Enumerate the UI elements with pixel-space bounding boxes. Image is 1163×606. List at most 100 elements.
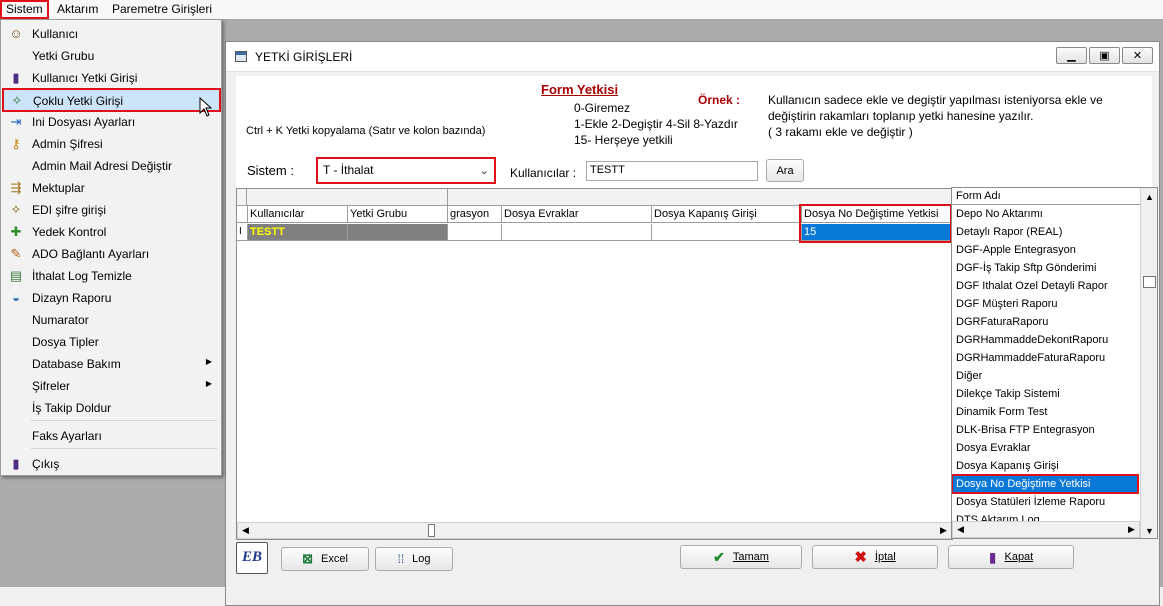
ara-button[interactable]: Ara (766, 159, 804, 182)
menu-parametre-girisleri[interactable]: Paremetre Girişleri (112, 1, 212, 18)
menu-item-8[interactable]: ⇶ Mektuplar (3, 177, 220, 199)
key-icon: ⚷ (11, 136, 21, 151)
menu-item-label: Faks Ayarları (32, 429, 102, 443)
column-grasyon[interactable]: grasyon (448, 206, 502, 223)
log-label: Log (412, 553, 431, 565)
form-list-vertical-scrollbar[interactable]: ▲ ▼ (1140, 188, 1157, 538)
excel-button[interactable]: ⊠ Excel (281, 547, 369, 571)
iptal-button[interactable]: ✖ İptal (812, 545, 938, 569)
form-list-item[interactable]: Dosya Statüleri İzleme Raporu (952, 493, 1140, 511)
legend-line-0: 0-Giremez (574, 101, 631, 115)
menu-item-2[interactable]: Yetki Grubu (3, 45, 220, 67)
form-list-item[interactable]: DGF Müşteri Raporu (952, 295, 1140, 313)
menu-item-label: ADO Bağlantı Ayarları (32, 247, 150, 261)
scroll-left-icon[interactable]: ◀ (238, 523, 253, 538)
scroll-right-icon[interactable]: ▶ (936, 523, 951, 538)
kullanicilar-input[interactable]: TESTT (586, 161, 758, 181)
tamam-button[interactable]: ✔ Tamam (680, 545, 802, 569)
minimize-button[interactable]: ▁ (1056, 47, 1087, 64)
form-list-scroll-thumb[interactable] (1143, 276, 1156, 288)
sistem-select[interactable]: T - İthalat ⌄ (316, 157, 496, 184)
form-list-item[interactable]: DGF Ithalat Ozel Detayli Rapor (952, 277, 1140, 295)
permissions-grid[interactable]: Kullanıcılar Yetki Grubu grasyon Dosya E… (236, 188, 953, 540)
grid-scroll-thumb[interactable] (428, 524, 435, 537)
form-list-item[interactable]: Dilekçe Takip Sistemi (952, 385, 1140, 403)
menu-item-17[interactable]: Şifreler ▶ (3, 375, 220, 397)
form-list-item[interactable]: Dosya Kapanış Girişi (952, 457, 1140, 475)
form-list-item[interactable]: Dinamik Form Test (952, 403, 1140, 421)
menu-item-16[interactable]: Database Bakım ▶ (3, 353, 220, 375)
menu-item-20[interactable]: ▮ Çıkış (3, 453, 220, 475)
form-list-item[interactable]: DLK-Brisa FTP Entegrasyon (952, 421, 1140, 439)
restore-icon: ▣ (1099, 50, 1110, 62)
menu-item-9[interactable]: ✧ EDI şifre girişi (3, 199, 220, 221)
scroll-right-icon[interactable]: ▶ (1124, 522, 1139, 537)
cancel-icon: ✖ (854, 549, 867, 566)
log-icon: ⁞⁞ (397, 552, 405, 566)
menu-item-15[interactable]: Dosya Tipler (3, 331, 220, 353)
grid-cell-kapanis[interactable] (652, 224, 802, 241)
form-list-item[interactable]: DGRHammaddeDekontRaporu (952, 331, 1140, 349)
form-list-item[interactable]: Dosya Evraklar (952, 439, 1140, 457)
column-yetki-grubu[interactable]: Yetki Grubu (348, 206, 448, 223)
column-dosya-evraklar[interactable]: Dosya Evraklar (502, 206, 652, 223)
form-list-item[interactable]: Detaylı Rapor (REAL) (952, 223, 1140, 241)
ornek-label: Örnek : (698, 93, 741, 107)
grid-cell-evraklar[interactable] (502, 224, 652, 241)
menu-item-3[interactable]: ▮ Kullanıcı Yetki Girişi (3, 67, 220, 89)
scroll-up-icon[interactable]: ▲ (1142, 189, 1157, 204)
menu-item-18[interactable]: İş Takip Doldur (3, 397, 220, 419)
user-icon: ☺ (9, 26, 23, 41)
form-list-item[interactable]: DGRHammaddeFaturaRaporu (952, 349, 1140, 367)
log-button[interactable]: ⁞⁞ Log (375, 547, 453, 571)
excel-label: Excel (321, 553, 348, 565)
form-list-item[interactable]: DGF-İş Takip Sftp Gönderimi (952, 259, 1140, 277)
menu-item-10[interactable]: ✚ Yedek Kontrol (3, 221, 220, 243)
menu-item-13[interactable]: ◒ Dizayn Raporu (3, 287, 220, 309)
form-list-item[interactable]: DGRFaturaRaporu (952, 313, 1140, 331)
menu-sistem[interactable]: Sistem (0, 0, 49, 19)
menu-item-label: Kullanıcı Yetki Girişi (32, 71, 138, 85)
menu-item-14[interactable]: Numarator (3, 309, 220, 331)
menu-item-label: Admin Şifresi (32, 137, 103, 151)
form-list-horizontal-scrollbar[interactable]: ◀ ▶ (952, 521, 1140, 538)
letters-icon: ⇶ (10, 180, 22, 195)
grid-cell-grasyon[interactable] (448, 224, 502, 241)
menu-item-label: Dosya Tipler (32, 335, 99, 349)
form-list-item[interactable]: Depo No Aktarımı (952, 205, 1140, 223)
menu-item-label: Çıkış (32, 457, 60, 471)
menu-item-6[interactable]: ⚷ Admin Şifresi (3, 133, 220, 155)
mouse-cursor-icon (199, 97, 213, 117)
scroll-down-icon[interactable]: ▼ (1142, 523, 1157, 538)
menu-item-19[interactable]: Faks Ayarları (3, 425, 220, 447)
menu-item-12[interactable]: ▤ İthalat Log Temizle (3, 265, 220, 287)
column-kullanicilar[interactable]: Kullanıcılar (248, 206, 348, 223)
highlight-dosya-no-column (799, 204, 952, 243)
ado-connection-icon: ✎ (10, 246, 22, 261)
grid-horizontal-scrollbar[interactable]: ◀ ▶ (237, 522, 952, 539)
form-list-header[interactable]: Form Adı (952, 188, 1140, 205)
tamam-label: Tamam (732, 551, 769, 563)
legend-line-2: 15- Herşeye yetkili (574, 133, 673, 147)
window-titlebar: YETKİ GİRİŞLERİ ▁ ▣ ✕ (226, 42, 1159, 72)
form-list-item[interactable]: Dosya No Değiştime Yetkisi (952, 474, 1139, 494)
menu-item-1[interactable]: ☺ Kullanıcı (3, 23, 220, 45)
form-yetkisi-title: Form Yetkisi (541, 82, 619, 97)
menu-item-11[interactable]: ✎ ADO Bağlantı Ayarları (3, 243, 220, 265)
form-list[interactable]: Form Adı Depo No Aktarımı Detaylı Rapor (… (951, 187, 1158, 539)
close-button[interactable]: ✕ (1122, 47, 1153, 64)
maximize-button[interactable]: ▣ (1089, 47, 1120, 64)
form-list-item[interactable]: Diğer (952, 367, 1140, 385)
checkmark-icon: ✔ (713, 548, 725, 565)
menu-aktarim[interactable]: Aktarım (57, 1, 98, 18)
menu-item-5[interactable]: ⇥ Ini Dosyası Ayarları (3, 111, 220, 133)
kapat-button[interactable]: ▮ Kapat (948, 545, 1074, 569)
menu-item-7[interactable]: Admin Mail Adresi Değiştir (3, 155, 220, 177)
form-list-item[interactable]: DGF-Apple Entegrasyon (952, 241, 1140, 259)
menu-item-label: İthalat Log Temizle (32, 269, 132, 283)
column-dosya-kapanis-girisi[interactable]: Dosya Kapanış Girişi (652, 206, 802, 223)
grid-cell-kullanici[interactable]: TESTT (248, 224, 348, 241)
grid-cell-yetki-grubu[interactable] (348, 224, 448, 241)
scroll-left-icon[interactable]: ◀ (953, 522, 968, 537)
menu-item-4[interactable]: ✧ Çoklu Yetki Girişi (2, 88, 221, 112)
